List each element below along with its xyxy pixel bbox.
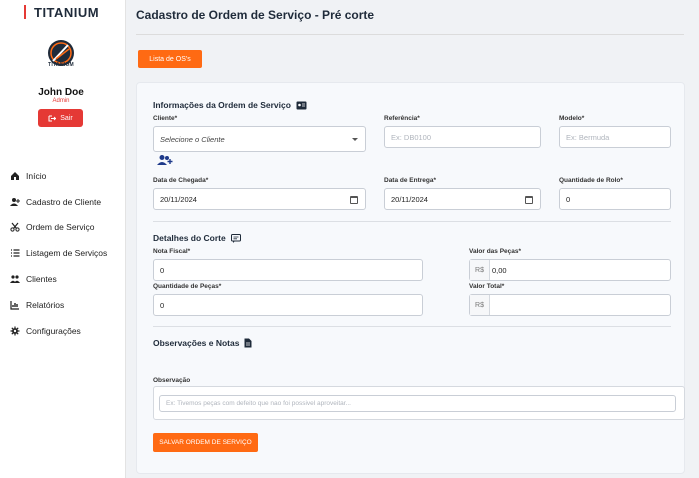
valor-pecas-label: Valor das Peças* xyxy=(469,248,522,255)
chevron-down-icon xyxy=(352,138,358,141)
scissors-icon xyxy=(10,222,20,233)
nota-fiscal-value: 0 xyxy=(160,265,165,275)
sidebar-item-label: Listagem de Serviços xyxy=(26,248,108,259)
observacao-input[interactable]: Ex: Tivemos peças com defeito que nao fo… xyxy=(159,395,676,412)
observacao-wrapper: Ex: Tivemos peças com defeito que nao fo… xyxy=(153,386,685,420)
rolo-input[interactable]: 0 xyxy=(559,188,671,210)
cliente-label: Cliente* xyxy=(153,115,178,122)
sidebar-item-label: Início xyxy=(26,170,47,181)
list-os-button[interactable]: Lista de OS's xyxy=(138,50,202,68)
sidebar-item-inicio[interactable]: Início xyxy=(0,163,126,189)
page-title: Cadastro de Ordem de Serviço - Pré corte xyxy=(136,8,375,22)
section-divider xyxy=(153,221,671,222)
brand-accent-bar xyxy=(24,5,26,19)
user-name: John Doe xyxy=(38,87,84,98)
referencia-label: Referência* xyxy=(384,115,420,122)
notes-title: Observações e Notas xyxy=(153,338,252,348)
qtd-pecas-label: Quantidade de Peças* xyxy=(153,283,222,290)
user-plus-icon xyxy=(10,197,20,207)
valor-total-label: Valor Total* xyxy=(469,283,505,290)
chegada-value: 20/11/2024 xyxy=(160,194,197,204)
home-icon xyxy=(10,171,20,181)
calendar-icon[interactable] xyxy=(525,196,533,204)
modelo-input[interactable]: Ex: Bermuda xyxy=(559,126,671,148)
logout-button[interactable]: Sair xyxy=(38,109,83,127)
rolo-value: 0 xyxy=(566,194,571,204)
sidebar-item-label: Relatórios xyxy=(26,299,65,310)
section-divider xyxy=(153,326,671,327)
cut-details-title: Detalhes do Corte xyxy=(153,233,241,243)
nota-fiscal-input[interactable]: 0 xyxy=(153,259,423,281)
entrega-date-input[interactable]: 20/11/2024 xyxy=(384,188,541,210)
comment-icon xyxy=(230,233,241,243)
chegada-label: Data de Chegada* xyxy=(153,177,209,184)
brand-title: TITANIUM xyxy=(34,4,100,20)
users-icon xyxy=(10,274,20,284)
logout-icon xyxy=(48,115,57,121)
order-info-title: Informações da Ordem de Serviço xyxy=(153,100,307,110)
sidebar-item-label: Configurações xyxy=(26,325,81,336)
entrega-label: Data de Entrega* xyxy=(384,177,437,184)
sidebar-item-relatorios[interactable]: Relatórios xyxy=(0,292,126,318)
sidebar-nav: Início Cadastro de Cliente Ordem de Serv… xyxy=(0,163,126,344)
modelo-placeholder: Ex: Bermuda xyxy=(566,132,610,142)
logo-caption: TITANIUM xyxy=(48,62,74,68)
qtd-pecas-value: 0 xyxy=(160,300,165,310)
rolo-label: Quantidade de Rolo* xyxy=(559,177,623,184)
observacao-placeholder: Ex: Tivemos peças com defeito que nao fo… xyxy=(166,400,351,407)
cut-details-title-text: Detalhes do Corte xyxy=(153,233,226,243)
referencia-input[interactable]: Ex: DB0100 xyxy=(384,126,541,148)
valor-pecas-input[interactable]: R$ 0,00 xyxy=(469,259,671,281)
calendar-icon[interactable] xyxy=(350,196,358,204)
cliente-select-value: Selecione o Cliente xyxy=(160,134,225,144)
valor-total-input[interactable]: R$ xyxy=(469,294,671,316)
observacao-label: Observação xyxy=(153,377,191,384)
qtd-pecas-input[interactable]: 0 xyxy=(153,294,423,316)
user-role: Admin xyxy=(52,98,70,104)
referencia-placeholder: Ex: DB0100 xyxy=(391,132,432,142)
chegada-date-input[interactable]: 20/11/2024 xyxy=(153,188,366,210)
currency-prefix: R$ xyxy=(470,260,490,280)
sidebar-item-configuracoes[interactable]: Configurações xyxy=(0,318,126,344)
sidebar-item-listagem[interactable]: Listagem de Serviços xyxy=(0,240,126,266)
entrega-value: 20/11/2024 xyxy=(391,194,428,204)
order-info-title-text: Informações da Ordem de Serviço xyxy=(153,100,291,110)
sidebar-item-cadastro-cliente[interactable]: Cadastro de Cliente xyxy=(0,189,126,215)
sidebar-item-ordem-servico[interactable]: Ordem de Serviço xyxy=(0,215,126,241)
gear-icon xyxy=(10,326,20,336)
brand: TITANIUM xyxy=(24,4,99,20)
title-divider xyxy=(136,34,684,35)
cliente-select[interactable]: Selecione o Cliente xyxy=(153,126,366,152)
sidebar-item-label: Ordem de Serviço xyxy=(26,222,95,233)
list-icon xyxy=(10,248,20,258)
add-client-icon[interactable] xyxy=(157,154,173,166)
save-order-button[interactable]: SALVAR ORDEM DE SERVIÇO xyxy=(153,433,258,452)
valor-pecas-value: 0,00 xyxy=(492,265,507,275)
order-form-card: Informações da Ordem de Serviço Cliente*… xyxy=(136,82,685,474)
document-icon xyxy=(244,338,252,348)
logout-label: Sair xyxy=(60,114,73,122)
notes-title-text: Observações e Notas xyxy=(153,338,240,348)
sidebar-item-clientes[interactable]: Clientes xyxy=(0,266,126,292)
sidebar-item-label: Clientes xyxy=(26,274,57,285)
chart-icon xyxy=(10,300,20,310)
sidebar: TITANIUM TITANIUM John Doe Admin Sair In… xyxy=(0,0,126,478)
sidebar-item-label: Cadastro de Cliente xyxy=(26,196,102,207)
nota-fiscal-label: Nota Fiscal* xyxy=(153,248,191,255)
modelo-label: Modelo* xyxy=(559,115,585,122)
currency-prefix: R$ xyxy=(470,295,490,315)
id-card-icon xyxy=(296,101,307,109)
